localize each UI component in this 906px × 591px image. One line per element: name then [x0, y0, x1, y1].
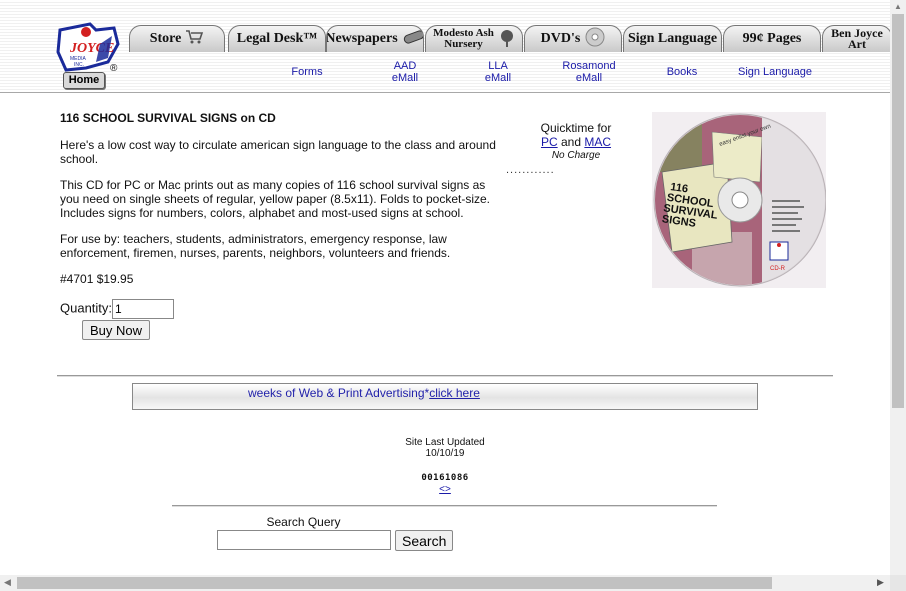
- subnav-rosamond-emall[interactable]: Rosamond eMall: [555, 60, 623, 84]
- product-title: 116 SCHOOL SURVIVAL SIGNS on CD: [60, 111, 276, 125]
- tab-ben-joyce-art[interactable]: Ben Joyce Art: [822, 25, 892, 52]
- cd-r-label: CD-R: [770, 266, 786, 272]
- product-price: #4701 $19.95: [60, 272, 134, 286]
- footer-divider: [172, 505, 717, 507]
- tree-icon: [499, 29, 515, 49]
- subnav-aad-line2: eMall: [391, 72, 419, 84]
- tab-store-label: Store: [149, 31, 182, 46]
- cd-disc-graphic: 116 SCHOOL SURVIVAL SIGNS easy enlist yo…: [653, 113, 827, 287]
- scroll-right-arrow-icon[interactable]: ▶: [877, 577, 884, 588]
- product-description: 116 SCHOOL SURVIVAL SIGNS on CD Here's a…: [60, 111, 500, 298]
- scrollbar-corner: [890, 575, 906, 591]
- quicktime-mac-link[interactable]: MAC: [584, 135, 611, 149]
- cd-product-image: 116 SCHOOL SURVIVAL SIGNS easy enlist yo…: [652, 112, 827, 288]
- tab-99-cent-pages[interactable]: 99¢ Pages: [723, 25, 821, 52]
- tab-dvds-label: DVD's: [540, 31, 581, 46]
- dotted-spacer: ............: [506, 164, 555, 176]
- subnav-books-label: Books: [666, 66, 698, 78]
- quicktime-pc-link[interactable]: PC: [541, 135, 558, 149]
- subnav-sign-language[interactable]: Sign Language: [733, 66, 817, 78]
- tab-dvds[interactable]: DVD's: [524, 25, 622, 52]
- search-button[interactable]: Search: [395, 530, 454, 551]
- product-audience: For use by: teachers, students, administ…: [60, 232, 451, 260]
- tab-legal-desk[interactable]: Legal Desk™: [228, 25, 326, 52]
- tab-modesto-ash-nursery[interactable]: Modesto Ash Nursery: [425, 25, 523, 52]
- tab-newspapers-label: Newspapers: [326, 31, 398, 46]
- ad-text: weeks of Web & Print Advertising*: [248, 386, 430, 400]
- site-last-updated: Site Last Updated 10/10/19: [395, 437, 495, 459]
- subnav-forms[interactable]: Forms: [276, 66, 338, 78]
- subnav-sign-language-label: Sign Language: [737, 66, 812, 78]
- vertical-scroll-thumb[interactable]: [892, 14, 904, 408]
- tab-sign-language[interactable]: Sign Language: [623, 25, 722, 52]
- tab-store[interactable]: Store: [129, 25, 225, 52]
- subnav-lla-line1: LLA: [488, 60, 508, 72]
- quicktime-and: and: [560, 135, 582, 149]
- subnav-rosamond-line1: Rosamond: [562, 60, 616, 72]
- subnav-lla-emall[interactable]: LLA eMall: [467, 60, 529, 84]
- product-intro: Here's a low cost way to circulate ameri…: [60, 138, 496, 166]
- product-details: This CD for PC or Mac prints out as many…: [60, 178, 491, 220]
- disc-icon: [585, 27, 605, 52]
- quantity-input[interactable]: [112, 299, 175, 319]
- vertical-scrollbar[interactable]: ▲: [890, 0, 906, 575]
- newspaper-roll-icon: [403, 29, 423, 49]
- quantity-row: Quantity:: [60, 299, 175, 319]
- subnav-aad-emall[interactable]: AAD eMall: [374, 60, 436, 84]
- hit-counter: 00161086: [421, 473, 469, 483]
- horizontal-scrollbar[interactable]: ◀ ▶: [0, 575, 890, 591]
- subnav-lla-line2: eMall: [484, 72, 512, 84]
- quantity-label: Quantity:: [60, 300, 113, 316]
- subnav-forms-label: Forms: [291, 66, 323, 78]
- tab-legal-desk-label: Legal Desk™: [236, 31, 318, 46]
- scroll-left-arrow-icon[interactable]: ◀: [4, 577, 11, 588]
- shopping-cart-icon: [186, 29, 204, 49]
- subnav-rosamond-line2: eMall: [575, 72, 603, 84]
- sub-navigation: Forms AAD eMall LLA eMall Rosamond eMall Bo…: [0, 58, 890, 88]
- tab-art-line2: Art: [848, 37, 866, 51]
- last-updated-date: 10/10/19: [425, 448, 465, 459]
- search-query-input[interactable]: [217, 530, 391, 550]
- last-updated-label: Site Last Updated: [405, 437, 485, 448]
- horizontal-divider: [57, 375, 833, 377]
- no-charge-note: No Charge: [551, 150, 601, 161]
- tab-nursery-line2: Nursery: [444, 38, 483, 50]
- scroll-up-arrow-icon[interactable]: ▲: [894, 2, 902, 11]
- ad-click-here-link[interactable]: click here: [429, 386, 480, 400]
- tab-sign-language-label: Sign Language: [627, 31, 718, 46]
- quicktime-label: Quicktime for: [540, 121, 612, 135]
- subnav-books[interactable]: Books: [651, 66, 713, 78]
- buy-now-button[interactable]: Buy Now: [82, 320, 151, 340]
- subnav-aad-line1: AAD: [393, 60, 417, 72]
- tab-99-cent-pages-label: 99¢ Pages: [742, 31, 802, 46]
- site-header: JOYCE MEDIA INC. Home ® Store Legal Desk…: [0, 0, 892, 93]
- advertising-banner: weeks of Web & Print Advertising*click h…: [132, 383, 758, 410]
- quicktime-info: Quicktime for PC and MAC No Charge: [534, 121, 618, 163]
- counter-link[interactable]: <>: [395, 484, 495, 495]
- horizontal-scroll-thumb[interactable]: [17, 577, 772, 589]
- tab-newspapers[interactable]: Newspapers: [326, 25, 424, 52]
- search-query-label: Search Query: [266, 515, 341, 529]
